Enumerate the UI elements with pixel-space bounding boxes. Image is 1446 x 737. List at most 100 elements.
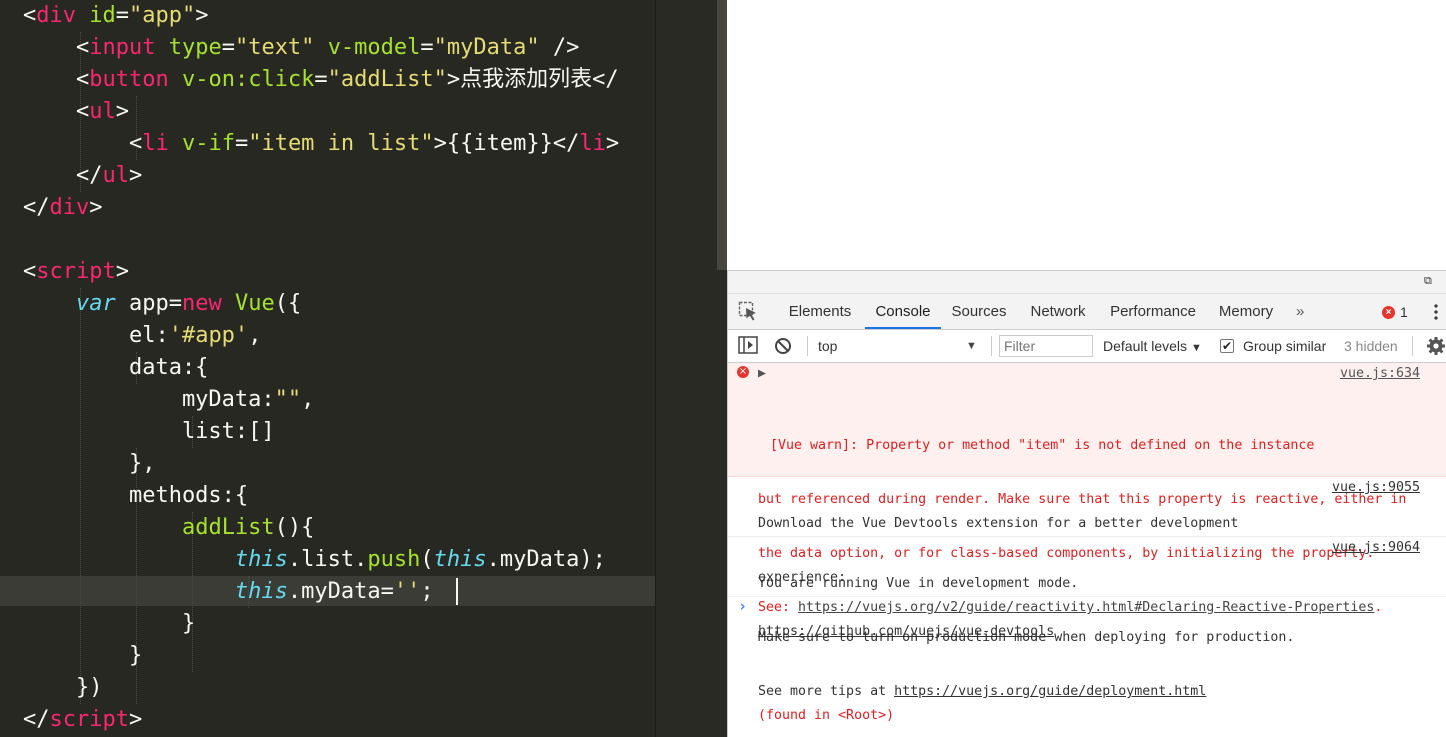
error-line: [Vue warn]: Property or method "item" is…	[770, 438, 1315, 453]
expand-triangle-icon[interactable]: ▶	[758, 365, 766, 383]
code-token: '#app'	[168, 323, 249, 348]
code-token: <	[23, 259, 37, 284]
error-source-link[interactable]: vue.js:634	[1340, 365, 1420, 383]
dev-mode-line: See more tips at	[758, 684, 895, 699]
dev-mode-source-link[interactable]: vue.js:9064	[1332, 539, 1420, 557]
code-line[interactable]: data:{	[23, 352, 619, 384]
context-selector[interactable]: top	[818, 330, 837, 362]
code-token: type	[168, 35, 222, 60]
code-line[interactable]: this .myData= '';	[23, 576, 619, 608]
dev-mode-message: You are running Vue in development mode.…	[728, 537, 1446, 699]
devtools-hint-message: Download the Vue Devtools extension for …	[728, 477, 1446, 639]
group-similar-checkbox[interactable]: ✔	[1220, 339, 1234, 353]
code-line[interactable]: </div >	[23, 192, 619, 224]
console-prompt-icon[interactable]: ›	[738, 597, 747, 615]
code-token: "app"	[129, 3, 196, 28]
code-content[interactable]: < div id = "app" > < input type = "text" v-mode…	[23, 0, 619, 736]
code-editor[interactable]: < div id = "app" > < input type = "text" v-mode…	[0, 0, 727, 737]
hint-source-link[interactable]: vue.js:9055	[1332, 479, 1420, 497]
error-message[interactable]: × ▶ [Vue warn]: Property or method "item…	[728, 363, 1446, 723]
code-line[interactable]: myData: "",	[23, 384, 619, 416]
inspect-element-icon[interactable]	[738, 301, 758, 323]
code-line[interactable]	[23, 224, 619, 256]
code-line[interactable]: },	[23, 448, 619, 480]
code-token: .myData=	[287, 579, 394, 604]
code-line[interactable]: var app= new Vue({	[23, 288, 619, 320]
code-token: >	[128, 707, 143, 732]
deployment-docs-link[interactable]: https://vuejs.org/guide/deployment.html	[894, 684, 1206, 699]
log-levels-label: Default levels	[1103, 338, 1188, 354]
code-token: script	[36, 259, 116, 284]
code-token: </	[23, 163, 103, 188]
tab-elements[interactable]: Elements	[780, 294, 860, 329]
log-levels-dropdown[interactable]: Default levels ▼	[1103, 330, 1202, 364]
code-token: })	[23, 675, 103, 700]
code-line[interactable]: < div id = "app" >	[23, 0, 619, 32]
tab-network[interactable]: Network	[1020, 294, 1096, 329]
code-token: id	[89, 3, 116, 28]
code-token: =	[115, 3, 129, 28]
clear-console-icon[interactable]	[774, 337, 792, 355]
code-token: v-model	[327, 35, 421, 60]
tab-console[interactable]: Console	[865, 294, 941, 329]
code-token: =	[234, 131, 249, 156]
devtools-tabbar: Elements Console Sources Network Perform…	[728, 294, 1446, 330]
code-token: li	[579, 131, 606, 156]
code-line[interactable]: < ul >	[23, 96, 619, 128]
code-token: script	[49, 707, 129, 732]
code-line[interactable]: </ul >	[23, 160, 619, 192]
tab-performance[interactable]: Performance	[1106, 294, 1200, 329]
code-token: >	[195, 3, 209, 28]
code-token: v-on:click	[181, 67, 315, 92]
code-token: data:{	[23, 355, 209, 380]
code-line[interactable]: < script >	[23, 256, 619, 288]
undock-icon[interactable]: ⧉	[1424, 276, 1436, 287]
code-line[interactable]: list:[]	[23, 416, 619, 448]
code-token: >	[89, 195, 103, 220]
editor-scrollbar[interactable]	[717, 0, 727, 270]
toolbar-divider	[1412, 336, 1413, 356]
console-toolbar: top ▼ Default levels ▼ ✔ Group similar 3…	[728, 330, 1446, 363]
code-token: </	[23, 707, 50, 732]
context-dropdown-icon[interactable]: ▼	[966, 330, 977, 362]
code-token: div	[49, 195, 90, 220]
toolbar-divider	[807, 336, 808, 356]
code-token: ,	[248, 323, 262, 348]
code-line[interactable]: })	[23, 672, 619, 704]
code-token: ul	[102, 163, 129, 188]
code-line[interactable]: this .list. push(this .myData);	[23, 544, 619, 576]
show-sidebar-icon[interactable]	[738, 336, 758, 354]
code-line[interactable]: addList(){	[23, 512, 619, 544]
code-line[interactable]: < button v-on:click = "addList" >点我添加列表</	[23, 64, 619, 96]
code-line[interactable]: }	[23, 608, 619, 640]
code-line[interactable]: </script >	[23, 704, 619, 736]
code-line[interactable]: el: '#app',	[23, 320, 619, 352]
tab-memory[interactable]: Memory	[1212, 294, 1280, 329]
code-line[interactable]: }	[23, 640, 619, 672]
code-token: <	[23, 3, 37, 28]
more-tabs-icon[interactable]: »	[1296, 294, 1304, 329]
code-line[interactable]: < input type = "text" v-model = "myData" />	[23, 32, 619, 64]
code-token: }	[23, 643, 143, 668]
code-token: ""	[274, 387, 302, 412]
tab-sources[interactable]: Sources	[946, 294, 1012, 329]
code-line[interactable]: < li v-if = "item in list" >{{item}}</li >	[23, 128, 619, 160]
error-icon: ×	[737, 366, 749, 378]
error-count-badge[interactable]: × 1	[1382, 304, 1408, 320]
code-token: >点我添加列表</	[446, 67, 619, 92]
code-token: button	[89, 67, 169, 92]
devtools-resize-bar[interactable]: ⧉	[728, 270, 1446, 294]
code-token: =	[221, 35, 235, 60]
kebab-menu-icon[interactable]	[1434, 304, 1438, 320]
code-token: =	[314, 67, 328, 92]
filter-input[interactable]	[999, 335, 1093, 357]
console-settings-gear-icon[interactable]	[1426, 336, 1446, 356]
code-line[interactable]: methods:{	[23, 480, 619, 512]
